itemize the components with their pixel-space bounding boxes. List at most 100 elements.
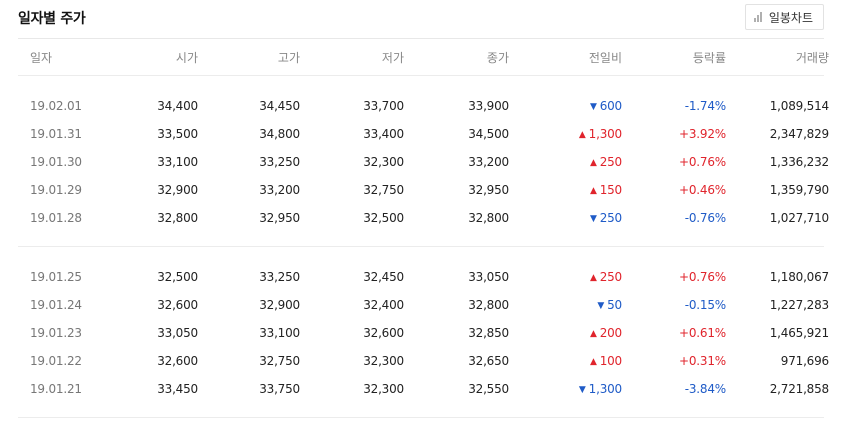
table-row: 19.02.01 34,400 34,450 33,700 33,900 ▼ 600 -1.7… bbox=[18, 92, 829, 120]
cell-change-value: 250 bbox=[599, 211, 623, 225]
cell-rate: +0.31% bbox=[679, 354, 726, 368]
column-header-rate: 등락률 bbox=[692, 50, 726, 65]
daily-chart-button-label: 일봉차트 bbox=[768, 10, 813, 25]
cell-date: 19.01.24 bbox=[30, 298, 82, 312]
row-group: 19.02.01 34,400 34,450 33,700 33,900 ▼ 600 -1.7… bbox=[18, 76, 829, 247]
cell-open: 32,900 bbox=[157, 183, 198, 197]
cell-high: 32,750 bbox=[259, 354, 300, 368]
cell-volume: 1,465,921 bbox=[769, 326, 829, 340]
cell-close: 34,500 bbox=[468, 127, 509, 141]
cell-change: ▲ 150 bbox=[518, 183, 622, 197]
cell-change-value: 50 bbox=[607, 298, 622, 312]
cell-low: 33,700 bbox=[363, 99, 404, 113]
cell-rate: -0.15% bbox=[684, 298, 726, 312]
cell-low: 32,750 bbox=[363, 183, 404, 197]
table-row: 19.01.30 33,100 33,250 32,300 33,200 ▲ 250 +0.7… bbox=[18, 148, 829, 176]
cell-change-value: 150 bbox=[599, 183, 623, 197]
cell-volume: 1,227,283 bbox=[769, 298, 829, 312]
table-row: 19.01.22 32,600 32,750 32,300 32,650 ▲ 100 +0.3… bbox=[18, 347, 829, 375]
cell-high: 32,950 bbox=[259, 211, 300, 225]
cell-close: 32,850 bbox=[468, 326, 509, 340]
cell-change-value: 200 bbox=[599, 326, 623, 340]
cell-high: 33,250 bbox=[259, 270, 300, 284]
cell-volume: 2,347,829 bbox=[769, 127, 829, 141]
cell-volume: 2,721,858 bbox=[769, 382, 829, 396]
cell-date: 19.01.23 bbox=[30, 326, 82, 340]
cell-high: 32,900 bbox=[259, 298, 300, 312]
cell-high: 34,450 bbox=[259, 99, 300, 113]
cell-date: 19.02.01 bbox=[30, 99, 82, 113]
cell-rate: -1.74% bbox=[684, 99, 726, 113]
cell-change-value: 600 bbox=[599, 99, 623, 113]
cell-close: 32,550 bbox=[468, 382, 509, 396]
cell-high: 33,100 bbox=[259, 326, 300, 340]
cell-rate: -3.84% bbox=[684, 382, 726, 396]
daily-price-table: 일자 시가 고가 저가 종가 전일비 등락률 거래량 19.02.01 34,40… bbox=[18, 38, 829, 418]
cell-change-value: 250 bbox=[599, 155, 623, 169]
cell-low: 32,600 bbox=[363, 326, 404, 340]
table-row: 19.01.21 33,450 33,750 32,300 32,550 ▼ 1,300 -3… bbox=[18, 375, 829, 403]
cell-open: 32,600 bbox=[157, 298, 198, 312]
table-header: 일자 시가 고가 저가 종가 전일비 등락률 거래량 bbox=[18, 38, 829, 76]
cell-change: ▲ 1,300 bbox=[518, 127, 622, 141]
cell-volume: 1,336,232 bbox=[769, 155, 829, 169]
cell-date: 19.01.31 bbox=[30, 127, 82, 141]
cell-volume: 971,696 bbox=[780, 354, 829, 368]
cell-date: 19.01.30 bbox=[30, 155, 82, 169]
column-header-low: 저가 bbox=[381, 50, 404, 65]
bar-chart-icon bbox=[753, 12, 762, 22]
cell-open: 32,800 bbox=[157, 211, 198, 225]
cell-change: ▼ 250 bbox=[518, 211, 622, 225]
column-header-close: 종가 bbox=[486, 50, 509, 65]
triangle-up-icon: ▲ bbox=[589, 329, 597, 339]
triangle-down-icon: ▼ bbox=[597, 301, 605, 311]
cell-low: 32,450 bbox=[363, 270, 404, 284]
cell-change: ▼ 1,300 bbox=[518, 382, 622, 396]
triangle-down-icon: ▼ bbox=[578, 385, 586, 395]
cell-high: 33,200 bbox=[259, 183, 300, 197]
cell-close: 32,650 bbox=[468, 354, 509, 368]
column-header-change: 전일비 bbox=[588, 50, 622, 65]
cell-rate: +0.76% bbox=[679, 155, 726, 169]
cell-change: ▲ 250 bbox=[518, 155, 622, 169]
cell-date: 19.01.29 bbox=[30, 183, 82, 197]
cell-low: 32,400 bbox=[363, 298, 404, 312]
table-body: 19.02.01 34,400 34,450 33,700 33,900 ▼ 600 -1.7… bbox=[18, 76, 829, 418]
row-group: 19.01.25 32,500 33,250 32,450 33,050 ▲ 250 +0.7… bbox=[18, 247, 829, 418]
table-row: 19.01.29 32,900 33,200 32,750 32,950 ▲ 150 +0.4… bbox=[18, 176, 829, 204]
table-row: 19.01.24 32,600 32,900 32,400 32,800 ▼ 50 -0.15… bbox=[18, 291, 829, 319]
cell-date: 19.01.25 bbox=[30, 270, 82, 284]
cell-rate: +0.61% bbox=[679, 326, 726, 340]
cell-date: 19.01.28 bbox=[30, 211, 82, 225]
table-row: 19.01.31 33,500 34,800 33,400 34,500 ▲ 1,300 +3… bbox=[18, 120, 829, 148]
cell-open: 32,600 bbox=[157, 354, 198, 368]
cell-low: 33,400 bbox=[363, 127, 404, 141]
triangle-up-icon: ▲ bbox=[578, 130, 586, 140]
cell-volume: 1,359,790 bbox=[769, 183, 829, 197]
table-row: 19.01.23 33,050 33,100 32,600 32,850 ▲ 200 +0.6… bbox=[18, 319, 829, 347]
cell-low: 32,300 bbox=[363, 155, 404, 169]
cell-change: ▲ 250 bbox=[518, 270, 622, 284]
cell-change: ▼ 50 bbox=[518, 298, 622, 312]
triangle-down-icon: ▼ bbox=[589, 214, 597, 224]
cell-close: 33,900 bbox=[468, 99, 509, 113]
cell-close: 33,050 bbox=[468, 270, 509, 284]
page-title: 일자별 주가 bbox=[18, 11, 86, 27]
triangle-up-icon: ▲ bbox=[589, 273, 597, 283]
table-row: 19.01.28 32,800 32,950 32,500 32,800 ▼ 250 -0.7… bbox=[18, 204, 829, 232]
daily-chart-button[interactable]: 일봉차트 bbox=[744, 4, 824, 30]
cell-high: 33,750 bbox=[259, 382, 300, 396]
cell-rate: +3.92% bbox=[679, 127, 726, 141]
cell-volume: 1,027,710 bbox=[769, 211, 829, 225]
cell-open: 32,500 bbox=[157, 270, 198, 284]
cell-open: 33,100 bbox=[157, 155, 198, 169]
cell-close: 32,800 bbox=[468, 298, 509, 312]
cell-rate: -0.76% bbox=[684, 211, 726, 225]
cell-close: 32,950 bbox=[468, 183, 509, 197]
cell-change: ▲ 200 bbox=[518, 326, 622, 340]
cell-volume: 1,180,067 bbox=[769, 270, 829, 284]
cell-date: 19.01.22 bbox=[30, 354, 82, 368]
triangle-up-icon: ▲ bbox=[589, 158, 597, 168]
cell-open: 33,450 bbox=[157, 382, 198, 396]
triangle-down-icon: ▼ bbox=[589, 102, 597, 112]
